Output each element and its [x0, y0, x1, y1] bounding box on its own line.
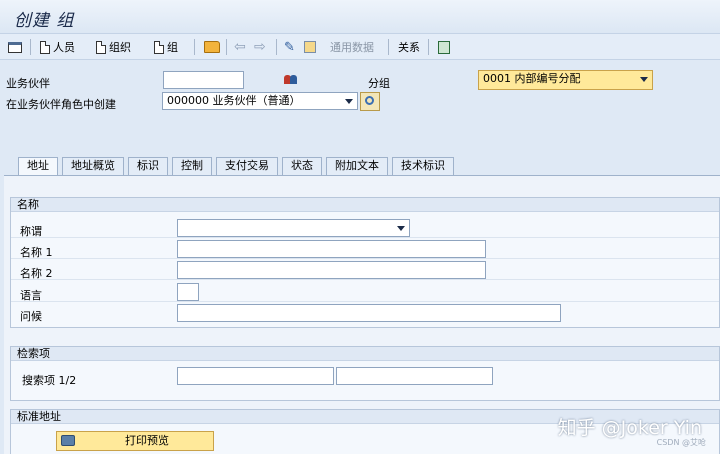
create-person-label: 人员	[53, 41, 75, 54]
display-toggle-button[interactable]	[8, 38, 22, 56]
title-bar: 创建 组	[0, 0, 720, 34]
arrow-right-icon: ⇨	[254, 39, 266, 55]
relations-button[interactable]: 关系	[398, 38, 420, 56]
toolbar-divider	[276, 39, 277, 55]
toolbar-divider	[194, 39, 195, 55]
create-person-button[interactable]: 人员	[40, 38, 75, 56]
hierarchy-button[interactable]	[438, 38, 450, 56]
search-group-title: 检索项	[11, 347, 719, 361]
role-select[interactable]: 000000 业务伙伴（普通）	[162, 92, 358, 110]
document-icon	[154, 40, 164, 54]
people-icon-second	[290, 75, 297, 84]
create-organization-button[interactable]: 组织	[96, 38, 131, 56]
tab-identification[interactable]: 标识	[128, 157, 168, 175]
tab-control[interactable]: 控制	[172, 157, 212, 175]
tab-status[interactable]: 状态	[282, 157, 322, 175]
relations-label: 关系	[398, 41, 420, 54]
toolbar-divider	[388, 39, 389, 55]
role-search-button[interactable]	[360, 92, 380, 111]
name1-input[interactable]	[177, 240, 486, 258]
search-term-label: 搜索项 1/2	[22, 374, 77, 387]
greeting-input[interactable]	[177, 304, 561, 322]
previous-button[interactable]: ⇦	[234, 38, 246, 56]
magnifier-icon	[365, 96, 374, 105]
general-data-button[interactable]: 通用数据	[330, 38, 374, 56]
tab-address[interactable]: 地址	[18, 157, 58, 176]
bp-input[interactable]	[163, 71, 244, 89]
hierarchy-icon	[304, 41, 316, 53]
toolbar-divider	[30, 39, 31, 55]
name-group-title: 名称	[11, 198, 719, 212]
row-divider	[11, 237, 719, 238]
toolbar-divider	[226, 39, 227, 55]
name2-input[interactable]	[177, 261, 486, 279]
bp-label: 业务伙伴	[6, 77, 50, 90]
watermark: 知乎 @Joker Yin	[557, 417, 702, 439]
general-data-label: 通用数据	[330, 41, 374, 54]
tab-additional-text[interactable]: 附加文本	[326, 157, 388, 175]
edit-display-button[interactable]: ✎	[284, 38, 295, 56]
chevron-down-icon	[640, 77, 648, 82]
greeting-label: 问候	[20, 310, 42, 323]
name1-label: 名称 1	[20, 246, 53, 259]
create-group-button[interactable]: 组	[154, 38, 178, 56]
document-icon	[40, 40, 50, 54]
printer-icon	[61, 435, 75, 446]
row-divider	[11, 258, 719, 259]
title-select[interactable]	[177, 219, 410, 237]
create-organization-label: 组织	[109, 41, 131, 54]
name2-label: 名称 2	[20, 267, 53, 280]
tab-technical-id[interactable]: 技术标识	[392, 157, 454, 175]
chevron-down-icon	[345, 99, 353, 104]
toolbar-divider	[428, 39, 429, 55]
grouping-select[interactable]: 0001 内部编号分配	[478, 70, 653, 90]
tab-address-overview[interactable]: 地址概览	[62, 157, 124, 175]
toolbar: 人员 组织 组 ⇦ ⇨ ✎ 通用数据 关系	[0, 34, 720, 60]
row-divider	[11, 301, 719, 302]
language-label: 语言	[20, 289, 42, 302]
tab-strip: 地址 地址概览 标识 控制 支付交易 状态 附加文本 技术标识	[18, 157, 458, 176]
role-value: 000000 业务伙伴（普通）	[167, 94, 301, 107]
tab-payment[interactable]: 支付交易	[216, 157, 278, 175]
screen-icon	[8, 41, 22, 53]
language-input[interactable]	[177, 283, 199, 301]
pencil-glasses-icon: ✎	[284, 39, 295, 55]
general-data-icon-button[interactable]	[304, 38, 316, 56]
search-term1-input[interactable]	[177, 367, 334, 385]
folder-icon	[204, 41, 220, 53]
create-group-label: 组	[167, 41, 178, 54]
watermark-sub: CSDN @艾呛	[656, 438, 706, 447]
print-preview-button[interactable]: 打印预览	[56, 431, 214, 451]
grouping-value: 0001 内部编号分配	[483, 72, 581, 85]
next-button[interactable]: ⇨	[254, 38, 266, 56]
document-icon	[96, 40, 106, 54]
chevron-down-icon	[397, 226, 405, 231]
grouping-label: 分组	[368, 77, 390, 90]
row-divider	[11, 279, 719, 280]
arrow-left-icon: ⇦	[234, 39, 246, 55]
search-term2-input[interactable]	[336, 367, 493, 385]
role-label: 在业务伙伴角色中创建	[6, 98, 116, 111]
print-preview-label: 打印预览	[125, 434, 169, 447]
title-label: 称谓	[20, 225, 42, 238]
open-button[interactable]	[204, 38, 220, 56]
window-title: 创建 组	[14, 11, 75, 31]
org-chart-icon	[438, 40, 450, 54]
partner-search-button[interactable]	[284, 72, 298, 86]
